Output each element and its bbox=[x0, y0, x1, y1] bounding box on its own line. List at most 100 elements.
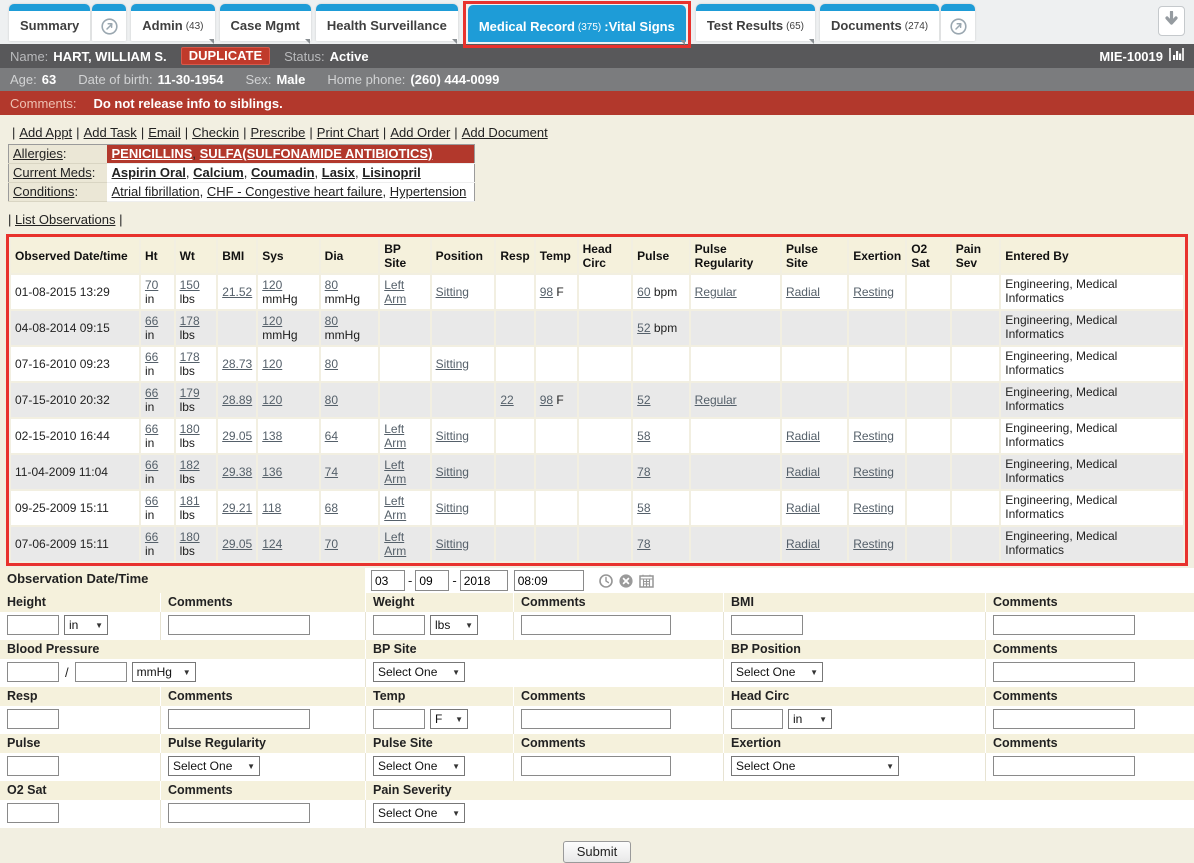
vital-value-link[interactable]: Left Arm bbox=[384, 278, 406, 306]
head-circ-comments-input[interactable] bbox=[993, 709, 1135, 729]
vital-value-link[interactable]: Resting bbox=[853, 501, 894, 515]
action-link-add-document[interactable]: Add Document bbox=[462, 125, 548, 140]
vital-value-link[interactable]: 52 bbox=[637, 393, 650, 407]
bmi-input[interactable] bbox=[731, 615, 803, 635]
vital-value-link[interactable]: 98 bbox=[540, 285, 553, 299]
vital-value-link[interactable]: Sitting bbox=[436, 501, 469, 515]
vital-value-link[interactable]: 64 bbox=[325, 429, 338, 443]
vital-value-link[interactable]: Radial bbox=[786, 465, 820, 479]
pulse-regularity-select[interactable]: Select One▼ bbox=[168, 756, 260, 776]
vital-value-link[interactable]: 182 bbox=[180, 458, 200, 472]
allergies-item-link[interactable]: PENICILLINS bbox=[112, 146, 193, 161]
tab-summary[interactable]: Summary bbox=[9, 4, 90, 41]
vital-value-link[interactable]: Sitting bbox=[436, 357, 469, 371]
vital-value-link[interactable]: 80 bbox=[325, 357, 338, 371]
pain-severity-select[interactable]: Select One▼ bbox=[373, 803, 465, 823]
o2-comments-input[interactable] bbox=[168, 803, 310, 823]
vital-value-link[interactable]: 180 bbox=[180, 422, 200, 436]
open-new-window-button[interactable] bbox=[92, 4, 126, 41]
vital-value-link[interactable]: Sitting bbox=[436, 429, 469, 443]
vital-value-link[interactable]: Radial bbox=[786, 501, 820, 515]
vital-value-link[interactable]: Resting bbox=[853, 285, 894, 299]
vital-value-link[interactable]: 66 bbox=[145, 350, 158, 364]
weight-comments-input[interactable] bbox=[521, 615, 671, 635]
list-observations-link[interactable]: List Observations bbox=[15, 212, 115, 227]
duplicate-badge[interactable]: DUPLICATE bbox=[181, 47, 270, 65]
vital-value-link[interactable]: 78 bbox=[637, 537, 650, 551]
vital-value-link[interactable]: 179 bbox=[180, 386, 200, 400]
obs-day-input[interactable] bbox=[415, 570, 449, 591]
bp-site-select[interactable]: Select One▼ bbox=[373, 662, 465, 682]
vital-value-link[interactable]: 66 bbox=[145, 530, 158, 544]
vital-value-link[interactable]: 124 bbox=[262, 537, 282, 551]
vital-value-link[interactable]: Resting bbox=[853, 465, 894, 479]
vital-value-link[interactable]: 178 bbox=[180, 314, 200, 328]
vital-value-link[interactable]: Regular bbox=[695, 285, 737, 299]
obs-time-input[interactable] bbox=[514, 570, 584, 591]
current-meds-item-link[interactable]: Coumadin bbox=[251, 165, 315, 180]
vital-value-link[interactable]: 181 bbox=[180, 494, 200, 508]
clock-icon[interactable] bbox=[599, 574, 613, 588]
vital-value-link[interactable]: 66 bbox=[145, 314, 158, 328]
vital-value-link[interactable]: Radial bbox=[786, 537, 820, 551]
vital-value-link[interactable]: Resting bbox=[853, 429, 894, 443]
vital-value-link[interactable]: 150 bbox=[180, 278, 200, 292]
pulse-input[interactable] bbox=[7, 756, 59, 776]
vital-value-link[interactable]: 80 bbox=[325, 278, 338, 292]
conditions-item-link[interactable]: Hypertension bbox=[390, 184, 467, 199]
vital-value-link[interactable]: 29.38 bbox=[222, 465, 252, 479]
vital-value-link[interactable]: 66 bbox=[145, 386, 158, 400]
vital-value-link[interactable]: Left Arm bbox=[384, 458, 406, 486]
vital-value-link[interactable]: 60 bbox=[637, 285, 650, 299]
tab-health-surveillance[interactable]: Health Surveillance bbox=[316, 4, 458, 41]
vital-value-link[interactable]: 28.89 bbox=[222, 393, 252, 407]
vital-value-link[interactable]: 138 bbox=[262, 429, 282, 443]
vital-value-link[interactable]: 80 bbox=[325, 314, 338, 328]
bp-comments-input[interactable] bbox=[993, 662, 1135, 682]
action-link-add-appt[interactable]: Add Appt bbox=[19, 125, 72, 140]
temp-input[interactable] bbox=[373, 709, 425, 729]
tab-case-mgmt[interactable]: Case Mgmt bbox=[220, 4, 311, 41]
vital-value-link[interactable]: Left Arm bbox=[384, 530, 406, 558]
vital-value-link[interactable]: 136 bbox=[262, 465, 282, 479]
tab-documents[interactable]: Documents(274) bbox=[820, 4, 939, 41]
action-link-checkin[interactable]: Checkin bbox=[192, 125, 239, 140]
bp-unit-select[interactable]: mmHg▼ bbox=[132, 662, 196, 682]
temp-unit-select[interactable]: F▼ bbox=[430, 709, 468, 729]
vital-value-link[interactable]: 180 bbox=[180, 530, 200, 544]
action-link-add-task[interactable]: Add Task bbox=[84, 125, 137, 140]
vital-value-link[interactable]: 178 bbox=[180, 350, 200, 364]
current-meds-item-link[interactable]: Aspirin Oral bbox=[112, 165, 186, 180]
chart-graph-icon[interactable] bbox=[1169, 48, 1184, 64]
pulse-site-select[interactable]: Select One▼ bbox=[373, 756, 465, 776]
vital-value-link[interactable]: 58 bbox=[637, 501, 650, 515]
vital-value-link[interactable]: 120 bbox=[262, 278, 282, 292]
action-link-print-chart[interactable]: Print Chart bbox=[317, 125, 379, 140]
vital-value-link[interactable]: Left Arm bbox=[384, 494, 406, 522]
conditions-item-link[interactable]: CHF - Congestive heart failure bbox=[207, 184, 383, 199]
height-unit-select[interactable]: in▼ bbox=[64, 615, 108, 635]
vital-value-link[interactable]: Left Arm bbox=[384, 422, 406, 450]
bp-position-select[interactable]: Select One▼ bbox=[731, 662, 823, 682]
vital-value-link[interactable]: 98 bbox=[540, 393, 553, 407]
vital-value-link[interactable]: Sitting bbox=[436, 285, 469, 299]
pulse-comments-input[interactable] bbox=[521, 756, 671, 776]
current-meds-item-link[interactable]: Calcium bbox=[193, 165, 244, 180]
open-new-window-button[interactable] bbox=[941, 4, 975, 41]
vital-value-link[interactable]: 29.05 bbox=[222, 429, 252, 443]
vital-value-link[interactable]: Sitting bbox=[436, 537, 469, 551]
head-circ-input[interactable] bbox=[731, 709, 783, 729]
submit-button[interactable]: Submit bbox=[563, 841, 631, 863]
weight-unit-select[interactable]: lbs▼ bbox=[430, 615, 478, 635]
bp-systolic-input[interactable] bbox=[7, 662, 59, 682]
obs-month-input[interactable] bbox=[371, 570, 405, 591]
height-input[interactable] bbox=[7, 615, 59, 635]
conditions-label-link[interactable]: Conditions bbox=[13, 184, 74, 199]
vital-value-link[interactable]: 66 bbox=[145, 422, 158, 436]
current-meds-label-link[interactable]: Current Meds bbox=[13, 165, 92, 180]
clear-icon[interactable] bbox=[619, 574, 633, 588]
action-link-add-order[interactable]: Add Order bbox=[390, 125, 450, 140]
vital-value-link[interactable]: 22 bbox=[500, 393, 513, 407]
vital-value-link[interactable]: 58 bbox=[637, 429, 650, 443]
download-button[interactable] bbox=[1158, 6, 1185, 36]
